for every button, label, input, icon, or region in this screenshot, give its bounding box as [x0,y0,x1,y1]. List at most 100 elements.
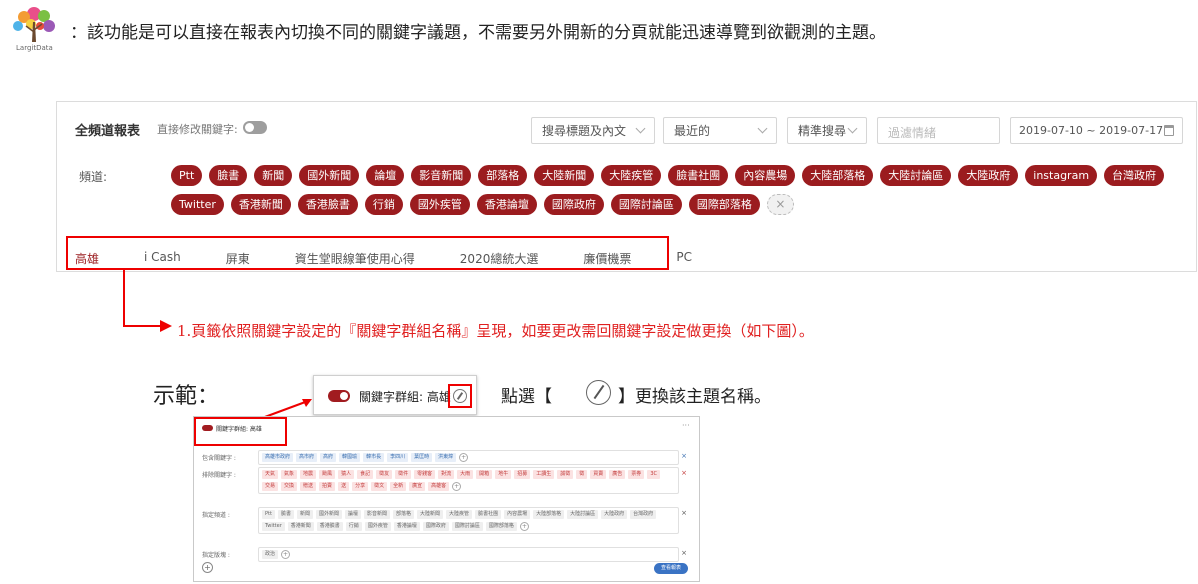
keyword-chip[interactable]: 影音新聞 [364,510,391,519]
keyword-chip[interactable]: 韓國瑜 [339,453,361,462]
view-report-button[interactable]: 查看報表 [654,563,688,574]
add-group-button[interactable]: + [202,562,213,573]
keyword-chip[interactable]: 李四川 [387,453,409,462]
keyword-chip[interactable]: 誠徵 [557,470,574,479]
channel-chip[interactable]: 部落格 [478,165,528,186]
keyword-chip[interactable]: 大陸疾管 [446,510,473,519]
channel-chip[interactable]: Twitter [171,194,224,215]
keyword-chip[interactable]: 政治 [262,550,279,559]
channel-chip[interactable]: 香港新聞 [230,194,291,215]
keyword-chip[interactable]: 國際部落格 [485,522,517,531]
keyword-chip[interactable]: 送 [338,482,350,491]
group-toggle[interactable] [202,425,213,431]
channel-chip[interactable]: 國際部落格 [688,194,760,215]
sort-select[interactable]: 最近的 [663,117,777,144]
keyword-chip[interactable]: 徵文 [371,482,388,491]
channel-chip[interactable]: 國外疾管 [409,194,470,215]
clear-row-icon[interactable]: × [681,549,687,557]
keyword-chip[interactable]: 國外新聞 [315,510,342,519]
keyword-chip[interactable]: 內容農場 [504,510,531,519]
channel-chip[interactable]: 大陸討論區 [880,165,952,186]
keyword-chip[interactable]: 招募 [514,470,531,479]
direct-edit-toggle[interactable] [243,121,267,134]
more-icon[interactable]: ··· [682,421,690,430]
channel-chip[interactable]: 大陸政府 [958,165,1019,186]
channel-chip[interactable]: 內容農場 [735,165,796,186]
channel-chip[interactable]: 臉書 [209,165,248,186]
keyword-chip[interactable]: 洪東煒 [435,453,457,462]
keyword-chip[interactable]: 大陸政府 [601,510,628,519]
keyword-chip[interactable]: 猿人 [338,470,355,479]
channel-chip[interactable]: instagram [1025,165,1098,186]
keyword-chip[interactable]: 台灣政府 [630,510,657,519]
keyword-chip[interactable]: 拍賣 [319,482,336,491]
edit-pen-icon[interactable] [453,389,467,403]
keyword-chip[interactable]: 徵友 [376,470,393,479]
keyword-chip[interactable]: 票券 [628,470,645,479]
keyword-chip[interactable]: 國際政府 [422,522,449,531]
keyword-chip[interactable]: 3C [647,470,660,479]
keyword-chip[interactable]: 氣象 [281,470,298,479]
add-keyword-button[interactable]: + [281,550,291,559]
keyword-chip[interactable]: 部落格 [393,510,415,519]
keyword-chip[interactable]: 對流 [438,470,455,479]
add-keyword-button[interactable]: + [459,453,469,462]
keyword-chip[interactable]: 高府 [320,453,337,462]
keyword-chip[interactable]: 大陸新聞 [417,510,444,519]
keyword-chip[interactable]: 零錢客 [414,470,436,479]
keyword-chip[interactable]: 全新 [390,482,407,491]
channel-chip[interactable]: 台灣政府 [1104,165,1165,186]
match-mode-select[interactable]: 精準搜尋 [787,117,867,144]
keyword-chip[interactable]: 徵 [576,470,588,479]
keyword-chip[interactable]: 高雄市政府 [262,453,294,462]
keyword-chip[interactable]: 地牛 [495,470,512,479]
keyword-chip[interactable]: 工讀生 [533,470,555,479]
keyword-chip[interactable]: 葉匡時 [411,453,433,462]
keyword-chip[interactable]: 高市府 [296,453,318,462]
keyword-chip[interactable]: 香港新聞 [287,522,314,531]
keyword-chip[interactable]: 韓市長 [363,453,385,462]
keyword-chip[interactable]: 臉書社團 [475,510,502,519]
add-channel-button[interactable]: × [766,194,794,215]
keyword-chip[interactable]: 大雨 [457,470,474,479]
keyword-chip[interactable]: 廣宣 [409,482,426,491]
keyword-chip[interactable]: 天氣 [262,470,279,479]
search-scope-select[interactable]: 搜尋標題及內文 [531,117,655,144]
keyword-chip[interactable]: 大陸部落格 [533,510,565,519]
channel-chip[interactable]: 大陸疾管 [601,165,662,186]
channel-chip[interactable]: 新聞 [254,165,293,186]
channel-chip[interactable]: 國際討論區 [610,194,682,215]
channel-chip[interactable]: Ptt [171,165,203,186]
group-toggle[interactable] [328,390,350,402]
keyword-chip[interactable]: 高雄客 [428,482,450,491]
channel-chip[interactable]: 大陸新聞 [534,165,595,186]
channel-chip[interactable]: 國外新聞 [299,165,360,186]
keyword-chip[interactable]: 國際討論區 [451,522,483,531]
tab-keyword-group[interactable]: PC [676,250,692,267]
keyword-chip[interactable]: 論壇 [344,510,361,519]
keyword-chip[interactable]: 徵件 [395,470,412,479]
keyword-chip[interactable]: 買賣 [590,470,607,479]
clear-row-icon[interactable]: × [681,452,687,460]
keyword-chip[interactable]: 交換 [281,482,298,491]
keyword-chip[interactable]: 食記 [357,470,374,479]
keyword-chip[interactable]: 大陸討論區 [567,510,599,519]
channel-chip[interactable]: 臉書社團 [668,165,729,186]
add-keyword-button[interactable]: + [519,522,529,531]
channel-chip[interactable]: 香港臉書 [297,194,358,215]
keyword-chip[interactable]: 交易 [262,482,279,491]
keyword-chip[interactable]: 颱風 [319,470,336,479]
keyword-chip[interactable]: Twitter [262,522,285,531]
keyword-chip[interactable]: 臉書 [277,510,294,519]
clear-row-icon[interactable]: × [681,509,687,517]
keyword-chip[interactable]: 香港臉書 [316,522,343,531]
keyword-chip[interactable]: 分享 [352,482,369,491]
keyword-chip[interactable]: Ptt [262,510,275,519]
channel-chip[interactable]: 行銷 [364,194,403,215]
keyword-chip[interactable]: 廣告 [609,470,626,479]
channel-chip[interactable]: 論壇 [366,165,405,186]
sentiment-filter-input[interactable]: 過濾情緒 [877,117,1000,144]
add-keyword-button[interactable]: + [452,482,462,491]
keyword-chip[interactable]: 開箱 [476,470,493,479]
keyword-chip[interactable]: 國外疾管 [364,522,391,531]
